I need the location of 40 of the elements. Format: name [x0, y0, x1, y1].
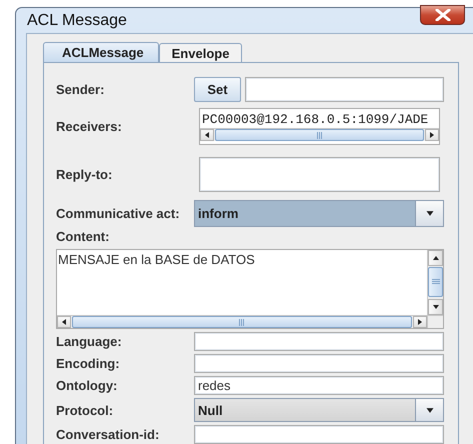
- horizontal-scrollbar[interactable]: [200, 128, 439, 141]
- vertical-scrollbar[interactable]: [427, 250, 443, 315]
- input-field[interactable]: redes: [194, 376, 444, 395]
- input-field[interactable]: [194, 354, 444, 373]
- left-arrow-icon: [204, 131, 210, 139]
- field-label: Receivers:: [56, 119, 123, 134]
- close-button[interactable]: [420, 4, 465, 24]
- up-arrow-icon: [432, 255, 440, 261]
- close-icon: [434, 8, 450, 20]
- input-field[interactable]: [245, 77, 444, 102]
- tab[interactable]: Envelope: [158, 43, 242, 62]
- horizontal-scrollbar[interactable]: [57, 315, 427, 328]
- scrollbar-corner: [427, 315, 443, 328]
- tab[interactable]: ACLMessage: [43, 42, 159, 62]
- window-title: ACL Message: [26, 12, 127, 30]
- receivers-list[interactable]: PC00003@192.168.0.5:1099/JADE: [199, 108, 440, 145]
- caret-icon: [424, 210, 436, 217]
- field-label: Protocol:: [56, 402, 114, 418]
- field-label: Encoding:: [56, 356, 121, 371]
- input-field[interactable]: [199, 157, 440, 192]
- input-field[interactable]: [194, 332, 444, 351]
- right-arrow-icon: [417, 318, 423, 326]
- right-arrow-icon: [429, 131, 435, 139]
- field-label: Sender:: [56, 82, 106, 97]
- caret-icon: [424, 406, 436, 414]
- set-button[interactable]: Set: [194, 77, 241, 102]
- field-label: Ontology:: [56, 378, 118, 393]
- content-text: MENSAJE en la BASE de DATOS: [57, 251, 256, 269]
- content-area[interactable]: MENSAJE en la BASE de DATOS: [56, 249, 444, 329]
- down-arrow-icon: [432, 304, 440, 310]
- list-item[interactable]: PC00003@192.168.0.5:1099/JADE: [202, 112, 428, 127]
- input-field[interactable]: [194, 425, 444, 444]
- dropdown[interactable]: Null: [194, 398, 444, 422]
- field-label: Reply-to:: [56, 167, 114, 182]
- field-label: Conversation-id:: [56, 427, 160, 442]
- left-arrow-icon: [61, 318, 67, 326]
- field-label: Language:: [56, 334, 123, 349]
- field-label: Communicative act:: [56, 206, 181, 221]
- dropdown[interactable]: inform: [194, 200, 444, 227]
- field-label: Content:: [56, 229, 110, 244]
